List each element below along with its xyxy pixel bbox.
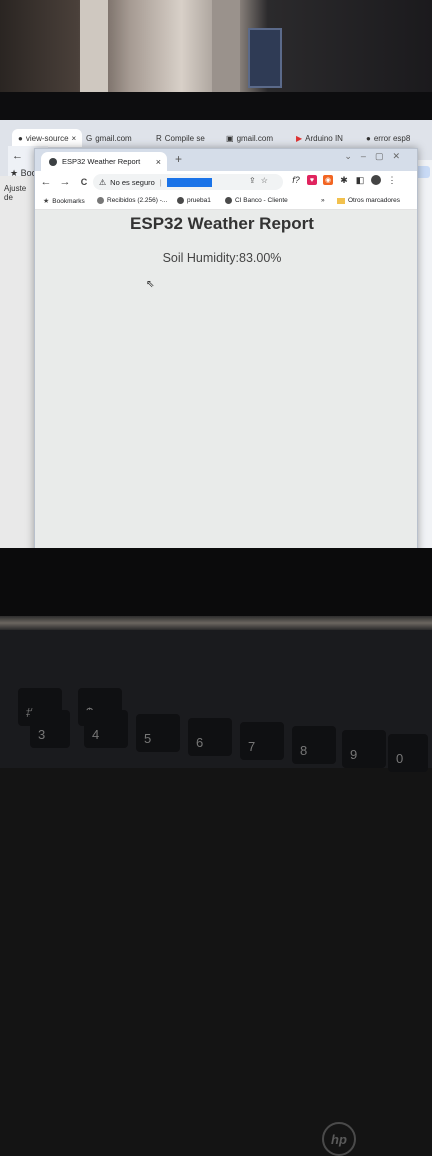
background-window-sidebar: Ajuste de bbox=[0, 176, 36, 560]
menu-icon[interactable]: ⋮ bbox=[387, 175, 397, 185]
window-controls: ⌄–▢✕ bbox=[344, 151, 409, 162]
maximize-icon[interactable]: ▢ bbox=[375, 151, 393, 161]
replit-icon: R bbox=[156, 133, 162, 143]
back-arrow-icon[interactable]: ← bbox=[12, 150, 23, 162]
page-content: ESP32 Weather Report Soil Humidity:83.00… bbox=[35, 210, 417, 560]
keyboard-key[interactable]: 5 bbox=[136, 714, 180, 752]
bookmarks-bar: ★ Bookmarks Recibidos (2.256) -... prueb… bbox=[35, 193, 417, 210]
extensions-area: f? ♥ ◉ ✱ ◧ ⋮ bbox=[291, 175, 397, 185]
laptop-hinge bbox=[0, 616, 432, 630]
extension-icon[interactable]: f? bbox=[291, 175, 301, 185]
url-text[interactable]: 192.168.1.2x bbox=[166, 177, 212, 187]
background-tab[interactable]: R Compile se bbox=[156, 129, 205, 147]
forward-button[interactable]: → bbox=[57, 176, 73, 188]
mail-icon: ▣ bbox=[226, 133, 234, 143]
tab-favicon-icon: ● bbox=[366, 133, 371, 143]
close-icon[interactable]: × bbox=[72, 134, 77, 143]
keyboard: # 3 $ 4 5 6 7 8 9 0 bbox=[0, 630, 432, 772]
bookmarks-folder[interactable]: ★ Bookmarks bbox=[43, 197, 85, 206]
close-window-icon[interactable]: ✕ bbox=[392, 151, 409, 161]
globe-icon bbox=[225, 197, 232, 204]
back-button[interactable]: ← bbox=[38, 176, 54, 188]
background-room bbox=[0, 0, 432, 92]
share-icon[interactable]: ⇪ bbox=[249, 176, 261, 185]
tab-title: ESP32 Weather Report bbox=[62, 157, 141, 166]
google-icon: G bbox=[86, 133, 93, 143]
keyboard-key[interactable]: 3 bbox=[30, 710, 70, 748]
keyboard-key[interactable]: 6 bbox=[188, 718, 232, 756]
background-tab[interactable]: ● view-source × bbox=[12, 129, 83, 147]
bookmark-recibidos[interactable]: Recibidos (2.256) -... bbox=[97, 197, 167, 204]
laptop-screen: ● view-source × G gmail.com R Compile se… bbox=[0, 120, 432, 560]
browser-toolbar: ← → C ⚠ No es seguro | 192.168.1.2x ⇪☆ f… bbox=[35, 171, 417, 193]
background-sign bbox=[248, 28, 282, 88]
bookmark-star-icon[interactable]: ☆ bbox=[261, 176, 273, 185]
puzzle-icon[interactable]: ✱ bbox=[339, 175, 349, 185]
keyboard-key[interactable]: 8 bbox=[292, 726, 336, 764]
soil-humidity-reading: Soil Humidity:83.00% bbox=[162, 251, 282, 265]
bookmarks-overflow-button[interactable]: » bbox=[321, 197, 325, 204]
other-bookmarks[interactable]: Otros marcadores bbox=[337, 197, 400, 204]
keyboard-key[interactable]: 4 bbox=[84, 710, 128, 748]
globe-icon bbox=[49, 157, 57, 166]
rss-icon[interactable]: ◉ bbox=[323, 175, 333, 185]
bookmark-prueba1[interactable]: prueba1 bbox=[177, 197, 211, 204]
sidepanel-icon[interactable]: ◧ bbox=[355, 175, 365, 185]
pocket-icon[interactable]: ♥ bbox=[307, 175, 317, 185]
background-tab[interactable]: ▣ gmail.com bbox=[226, 129, 273, 147]
globe-icon bbox=[177, 197, 184, 204]
background-tab-strip: ● view-source × G gmail.com R Compile se… bbox=[8, 126, 432, 148]
tab-favicon-icon: ● bbox=[18, 133, 23, 143]
minimize-icon[interactable]: – bbox=[361, 151, 375, 161]
background-pillar bbox=[212, 0, 240, 92]
security-label[interactable]: No es seguro bbox=[110, 178, 155, 187]
keyboard-key[interactable]: 0 bbox=[388, 734, 428, 772]
close-icon[interactable]: × bbox=[156, 157, 161, 167]
page-title: ESP32 Weather Report bbox=[130, 214, 314, 233]
mouse-cursor-icon: ⇖ bbox=[146, 279, 155, 290]
folder-icon bbox=[337, 197, 345, 204]
avatar[interactable] bbox=[371, 175, 381, 185]
star-icon: ★ bbox=[43, 198, 50, 205]
warning-icon: ⚠ bbox=[99, 177, 107, 187]
tab-bar: ESP32 Weather Report × + ⌄–▢✕ bbox=[35, 149, 417, 171]
background-pillar bbox=[80, 0, 108, 92]
tab-esp32-weather-report[interactable]: ESP32 Weather Report × bbox=[41, 152, 167, 171]
hp-logo: hp bbox=[322, 1122, 356, 1156]
background-tab[interactable]: ▶ Arduino IN bbox=[296, 129, 343, 147]
keyboard-key[interactable]: 9 bbox=[342, 730, 386, 768]
bookmark-ci-banco[interactable]: CI Banco - Cliente bbox=[225, 197, 288, 204]
background-tab[interactable]: G gmail.com bbox=[86, 129, 132, 147]
new-tab-button[interactable]: + bbox=[175, 152, 182, 166]
separator: | bbox=[159, 177, 162, 187]
chevron-down-icon[interactable]: ⌄ bbox=[344, 151, 361, 161]
background-side-label: Ajuste de bbox=[4, 184, 27, 202]
reload-button[interactable]: C bbox=[76, 177, 92, 187]
keyboard-key[interactable]: 7 bbox=[240, 722, 284, 760]
google-icon bbox=[97, 197, 104, 204]
background-tab[interactable]: ● error esp8 bbox=[366, 129, 410, 147]
address-bar-actions: ⇪☆ bbox=[249, 176, 273, 185]
youtube-icon: ▶ bbox=[296, 133, 303, 143]
browser-window: ESP32 Weather Report × + ⌄–▢✕ ← → C ⚠ No… bbox=[34, 148, 418, 560]
